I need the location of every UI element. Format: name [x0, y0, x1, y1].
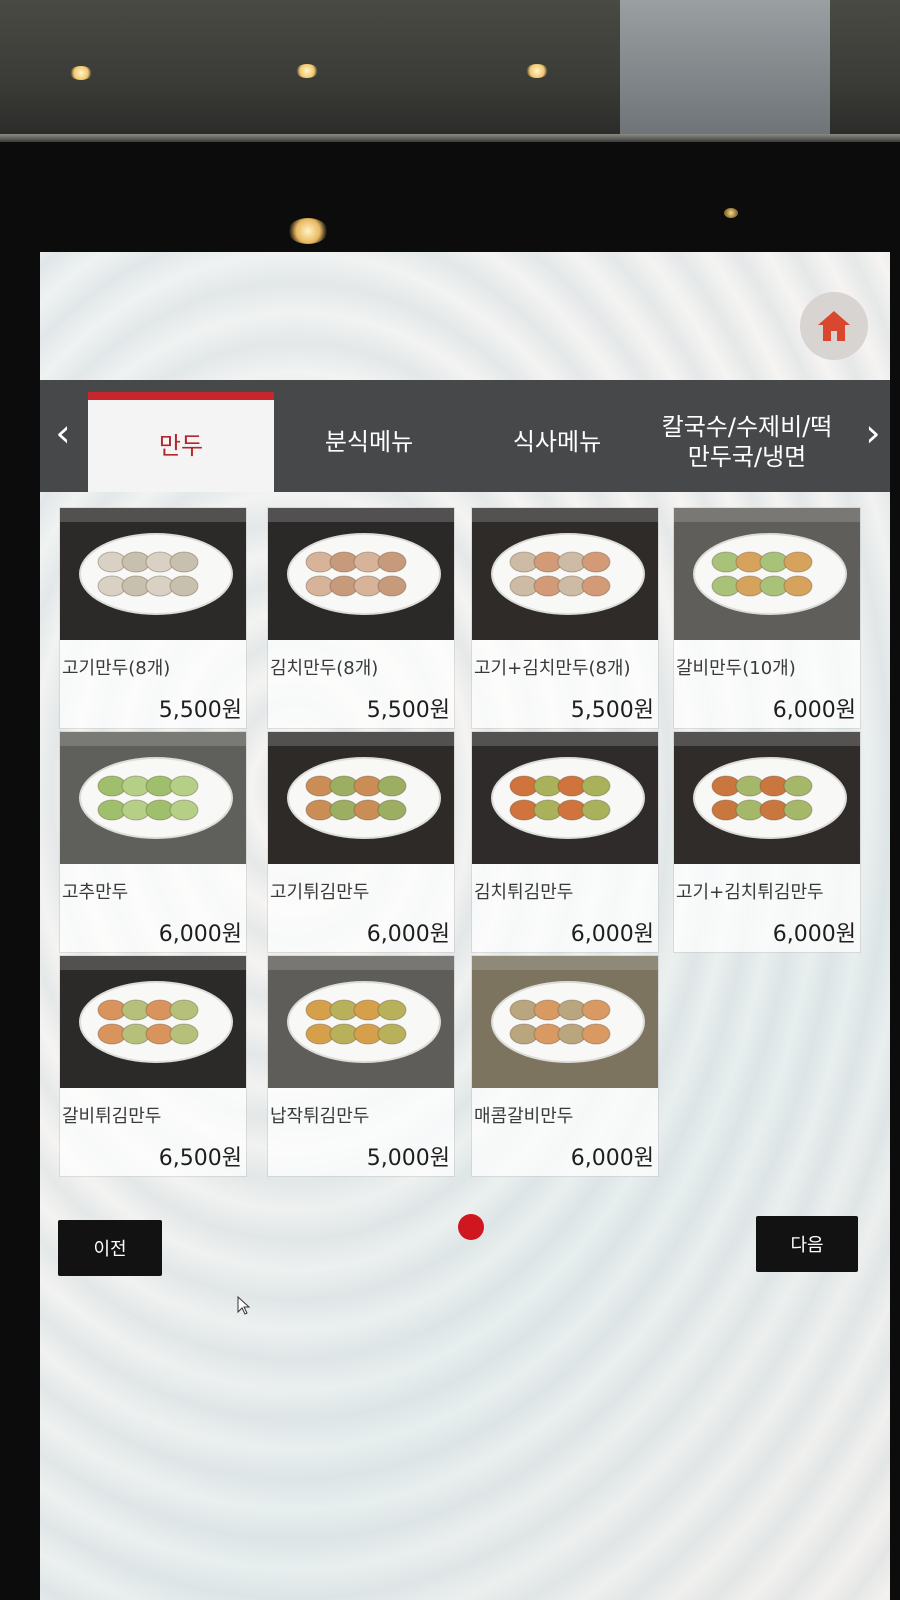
menu-item-name: 김치튀김만두 [474, 882, 574, 903]
menu-item-price: 6,000원 [366, 922, 450, 947]
window-background [620, 0, 830, 138]
prev-page-label: 이전 [93, 1239, 127, 1260]
menu-item-price: 6,000원 [772, 698, 856, 723]
prev-page-button[interactable]: 이전 [58, 1220, 162, 1276]
menu-item-price: 5,500원 [366, 698, 450, 723]
kiosk-camera [724, 208, 738, 218]
menu-item-card[interactable]: 납작튀김만두 5,000원 [268, 956, 454, 1176]
menu-item-price: 6,000원 [772, 922, 856, 947]
menu-item-name: 납작튀김만두 [270, 1106, 370, 1127]
chevron-left-icon: ‹ [55, 411, 71, 455]
menu-item-photo [472, 508, 658, 640]
menu-item-name: 매콤갈비만두 [474, 1106, 574, 1127]
menu-item-card[interactable]: 고기+김치튀김만두 6,000원 [674, 732, 860, 952]
tab-noodle-menu[interactable]: 칼국수/수제비/떡 만두국/냉면 [644, 392, 850, 492]
menu-item-price: 6,000원 [570, 922, 654, 947]
category-bar: ‹ 만두 분식메뉴 식사메뉴 칼국수/수제비/떡 만두국/냉면 › [40, 380, 890, 492]
tab-label: 만두국/냉면 [687, 443, 807, 471]
home-button[interactable] [800, 292, 868, 360]
menu-item-photo [472, 732, 658, 864]
menu-item-card[interactable]: 김치만두(8개) 5,500원 [268, 508, 454, 728]
tab-dumpling[interactable]: 만두 [88, 392, 274, 492]
menu-item-name: 고기튀김만두 [270, 882, 370, 903]
category-next-button[interactable]: › [858, 408, 888, 458]
menu-item-card[interactable]: 고기튀김만두 6,000원 [268, 732, 454, 952]
menu-item-card[interactable]: 갈비만두(10개) 6,000원 [674, 508, 860, 728]
menu-item-photo [60, 956, 246, 1088]
ceiling-background [0, 0, 900, 140]
tab-label: 분식메뉴 [324, 428, 414, 456]
menu-item-photo [268, 508, 454, 640]
next-page-label: 다음 [790, 1235, 824, 1256]
menu-item-name: 갈비튀김만두 [62, 1106, 162, 1127]
ceiling-light [526, 64, 548, 78]
kiosk-bezel [0, 134, 900, 142]
menu-item-card[interactable]: 고기+김치만두(8개) 5,500원 [472, 508, 658, 728]
menu-item-card[interactable]: 김치튀김만두 6,000원 [472, 732, 658, 952]
menu-item-photo [268, 956, 454, 1088]
ceiling-light [296, 64, 318, 78]
next-page-button[interactable]: 다음 [756, 1216, 858, 1272]
menu-item-photo [268, 732, 454, 864]
kiosk-screen: ‹ 만두 분식메뉴 식사메뉴 칼국수/수제비/떡 만두국/냉면 › 고기만두(8… [40, 252, 890, 1600]
menu-item-photo [60, 508, 246, 640]
menu-item-card[interactable]: 고추만두 6,000원 [60, 732, 246, 952]
menu-item-name: 갈비만두(10개) [676, 658, 796, 679]
menu-item-price: 5,500원 [570, 698, 654, 723]
chevron-right-icon: › [865, 411, 881, 455]
tab-label: 칼국수/수제비/떡 [661, 413, 833, 441]
menu-item-photo [472, 956, 658, 1088]
menu-item-photo [674, 508, 860, 640]
menu-item-name: 김치만두(8개) [270, 658, 379, 679]
menu-item-name: 고추만두 [62, 882, 129, 903]
menu-item-card[interactable]: 고기만두(8개) 5,500원 [60, 508, 246, 728]
menu-item-price: 6,000원 [570, 1146, 654, 1171]
mouse-cursor-icon [237, 1296, 251, 1315]
menu-item-card[interactable]: 갈비튀김만두 6,500원 [60, 956, 246, 1176]
menu-item-card[interactable]: 매콤갈비만두 6,000원 [472, 956, 658, 1176]
home-icon [818, 311, 850, 341]
tab-snack-menu[interactable]: 분식메뉴 [276, 392, 462, 492]
menu-item-photo [674, 732, 860, 864]
page-indicator-dot [458, 1214, 484, 1240]
menu-item-photo [60, 732, 246, 864]
tab-label: 만두 [158, 432, 204, 460]
tab-meal-menu[interactable]: 식사메뉴 [464, 392, 650, 492]
menu-item-price: 6,000원 [158, 922, 242, 947]
menu-item-price: 6,500원 [158, 1146, 242, 1171]
menu-item-name: 고기+김치튀김만두 [676, 882, 824, 903]
ceiling-light [70, 66, 92, 80]
kiosk-light [288, 218, 328, 244]
menu-item-name: 고기+김치만두(8개) [474, 658, 631, 679]
menu-item-name: 고기만두(8개) [62, 658, 171, 679]
menu-item-price: 5,000원 [366, 1146, 450, 1171]
category-prev-button[interactable]: ‹ [48, 408, 78, 458]
tab-label: 식사메뉴 [512, 428, 602, 456]
menu-item-price: 5,500원 [158, 698, 242, 723]
